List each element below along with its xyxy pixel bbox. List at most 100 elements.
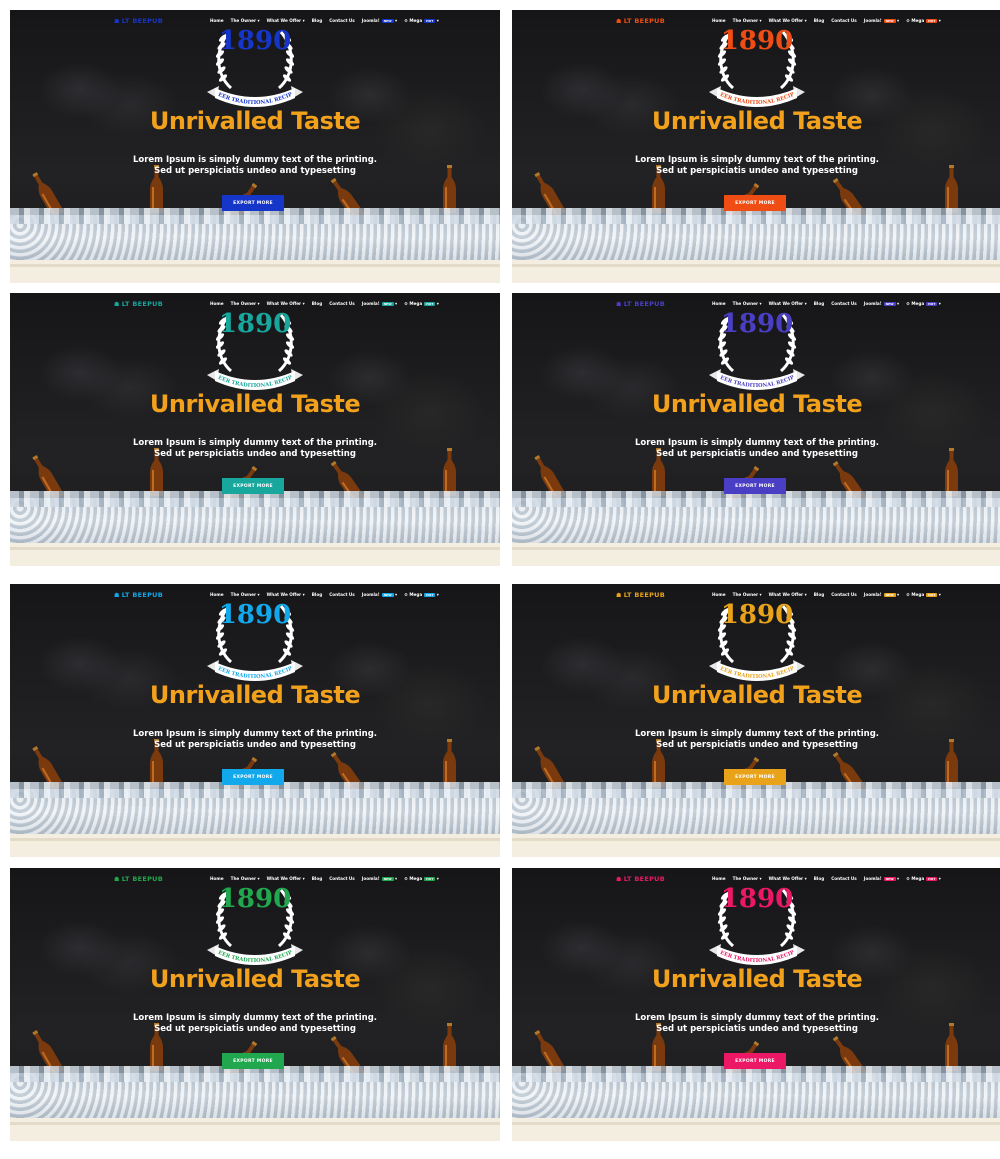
menu-item-what-we-offer[interactable]: What We Offer ▾: [267, 876, 305, 881]
export-more-button[interactable]: EXPORT MORE: [222, 1053, 284, 1069]
menu-item-contact-us[interactable]: Contact Us: [329, 301, 355, 306]
menu-item-what-we-offer[interactable]: What We Offer ▾: [267, 301, 305, 306]
menu-item-what-we-offer[interactable]: What We Offer ▾: [769, 18, 807, 23]
site-logo[interactable]: ☗ LT BEEPUB: [616, 591, 665, 599]
menu-badge: NEW: [883, 593, 896, 597]
menu-item-blog[interactable]: Blog: [312, 301, 323, 306]
hero-description-line-2: Sed ut perspiciatis undeo and typesettin…: [656, 740, 858, 750]
menu-item-label: Joomla!: [361, 301, 380, 306]
menu-item-mega[interactable]: ⚙ Mega HOT ▾: [404, 592, 439, 597]
menu-item-blog[interactable]: Blog: [814, 876, 825, 881]
menu-item-blog[interactable]: Blog: [814, 18, 825, 23]
hero-title: Unrivalled Taste: [651, 107, 863, 135]
export-more-button[interactable]: EXPORT MORE: [222, 195, 284, 211]
year-badge: 1890: [218, 600, 292, 630]
menu-item-home[interactable]: Home: [712, 592, 726, 597]
menu-item-blog[interactable]: Blog: [814, 592, 825, 597]
site-logo[interactable]: ☗ LT BEEPUB: [114, 591, 163, 599]
chevron-down-icon: ▾: [803, 18, 807, 23]
export-more-button[interactable]: EXPORT MORE: [724, 195, 786, 211]
menu-item-what-we-offer[interactable]: What We Offer ▾: [267, 18, 305, 23]
menu-item-the-owner[interactable]: The Owner ▾: [231, 18, 260, 23]
menu-item-what-we-offer[interactable]: What We Offer ▾: [769, 301, 807, 306]
menu-item-home[interactable]: Home: [210, 301, 224, 306]
menu-item-mega[interactable]: ⚙ Mega HOT ▾: [404, 301, 439, 306]
export-more-button[interactable]: EXPORT MORE: [222, 478, 284, 494]
menu-item-the-owner[interactable]: The Owner ▾: [733, 876, 762, 881]
menu-item-joomla[interactable]: Joomla! NEW ▾: [362, 592, 397, 597]
menu-item-home[interactable]: Home: [210, 876, 224, 881]
menu-item-label: Joomla!: [863, 876, 882, 881]
menu-item-joomla[interactable]: Joomla! NEW ▾: [362, 301, 397, 306]
menu-item-joomla[interactable]: Joomla! NEW ▾: [362, 18, 397, 23]
menu-item-joomla[interactable]: Joomla! NEW ▾: [864, 876, 899, 881]
menu-item-mega[interactable]: ⚙ Mega HOT ▾: [906, 18, 941, 23]
export-more-button[interactable]: EXPORT MORE: [724, 769, 786, 785]
menu-item-the-owner[interactable]: The Owner ▾: [733, 18, 762, 23]
menu-item-the-owner[interactable]: The Owner ▾: [733, 592, 762, 597]
hero-title: Unrivalled Taste: [651, 390, 863, 418]
menu-item-blog[interactable]: Blog: [814, 301, 825, 306]
menu-item-mega[interactable]: ⚙ Mega HOT ▾: [906, 876, 941, 881]
export-more-button[interactable]: EXPORT MORE: [724, 1053, 786, 1069]
divider: [10, 264, 500, 267]
menu-item-blog[interactable]: Blog: [312, 592, 323, 597]
menu-item-mega[interactable]: ⚙ Mega HOT ▾: [404, 876, 439, 881]
export-more-button[interactable]: EXPORT MORE: [222, 769, 284, 785]
chevron-down-icon: ▾: [301, 876, 305, 881]
menu-item-mega[interactable]: ⚙ Mega HOT ▾: [404, 18, 439, 23]
chevron-down-icon: ▾: [895, 18, 900, 23]
menu-item-the-owner[interactable]: The Owner ▾: [733, 301, 762, 306]
menu-item-the-owner[interactable]: The Owner ▾: [231, 876, 260, 881]
menu-badge: NEW: [381, 877, 394, 881]
menu-item-home[interactable]: Home: [712, 876, 726, 881]
menu-item-label: Home: [712, 876, 726, 881]
menu-item-joomla[interactable]: Joomla! NEW ▾: [864, 18, 899, 23]
menu-item-the-owner[interactable]: The Owner ▾: [231, 592, 260, 597]
menu-item-blog[interactable]: Blog: [312, 18, 323, 23]
menu-item-joomla[interactable]: Joomla! NEW ▾: [362, 876, 397, 881]
menu-item-the-owner[interactable]: The Owner ▾: [231, 301, 260, 306]
menu-item-label: The Owner: [230, 592, 257, 597]
site-logo[interactable]: ☗ LT BEEPUB: [114, 17, 163, 25]
menu-badge: HOT: [424, 593, 436, 597]
menu-item-contact-us[interactable]: Contact Us: [329, 876, 355, 881]
menu-item-label: The Owner: [732, 18, 759, 23]
menu-item-contact-us[interactable]: Contact Us: [831, 876, 857, 881]
menu-item-joomla[interactable]: Joomla! NEW ▾: [864, 592, 899, 597]
hero-description-line-2: Sed ut perspiciatis undeo and typesettin…: [154, 1024, 356, 1034]
chevron-down-icon: ▾: [803, 876, 807, 881]
chevron-down-icon: ▾: [435, 301, 439, 306]
chevron-down-icon: ▾: [256, 592, 260, 597]
menu-item-label: Mega: [409, 592, 423, 597]
menu-item-what-we-offer[interactable]: What We Offer ▾: [769, 592, 807, 597]
menu-item-mega[interactable]: ⚙ Mega HOT ▾: [906, 592, 941, 597]
menu-item-label: What We Offer: [266, 301, 302, 306]
menu-item-contact-us[interactable]: Contact Us: [831, 301, 857, 306]
menu-item-contact-us[interactable]: Contact Us: [329, 592, 355, 597]
hero-description: Lorem Ipsum is simply dummy text of the …: [512, 155, 1000, 177]
menu-item-what-we-offer[interactable]: What We Offer ▾: [267, 592, 305, 597]
theme-preview-5: ☗ LT BEEPUB Home The Owner ▾ What We Offer ▾…: [10, 584, 500, 857]
site-logo[interactable]: ☗ LT BEEPUB: [114, 875, 163, 883]
site-logo[interactable]: ☗ LT BEEPUB: [616, 875, 665, 883]
menu-item-what-we-offer[interactable]: What We Offer ▾: [769, 876, 807, 881]
menu-item-home[interactable]: Home: [210, 18, 224, 23]
menu-item-contact-us[interactable]: Contact Us: [831, 592, 857, 597]
menu-item-contact-us[interactable]: Contact Us: [329, 18, 355, 23]
site-logo[interactable]: ☗ LT BEEPUB: [114, 300, 163, 308]
beer-mug-icon: ☗: [616, 18, 622, 25]
menu-item-home[interactable]: Home: [210, 592, 224, 597]
hero-description: Lorem Ipsum is simply dummy text of the …: [10, 438, 500, 460]
menu-item-blog[interactable]: Blog: [312, 876, 323, 881]
export-more-button[interactable]: EXPORT MORE: [724, 478, 786, 494]
menu-item-home[interactable]: Home: [712, 301, 726, 306]
menu-item-mega[interactable]: ⚙ Mega HOT ▾: [906, 301, 941, 306]
menu-item-joomla[interactable]: Joomla! NEW ▾: [864, 301, 899, 306]
menu-item-contact-us[interactable]: Contact Us: [831, 18, 857, 23]
site-logo[interactable]: ☗ LT BEEPUB: [616, 17, 665, 25]
menu-item-home[interactable]: Home: [712, 18, 726, 23]
hero-description: Lorem Ipsum is simply dummy text of the …: [10, 1013, 500, 1035]
main-menu: Home The Owner ▾ What We Offer ▾ Blog Contac…: [210, 18, 439, 23]
site-logo[interactable]: ☗ LT BEEPUB: [616, 300, 665, 308]
